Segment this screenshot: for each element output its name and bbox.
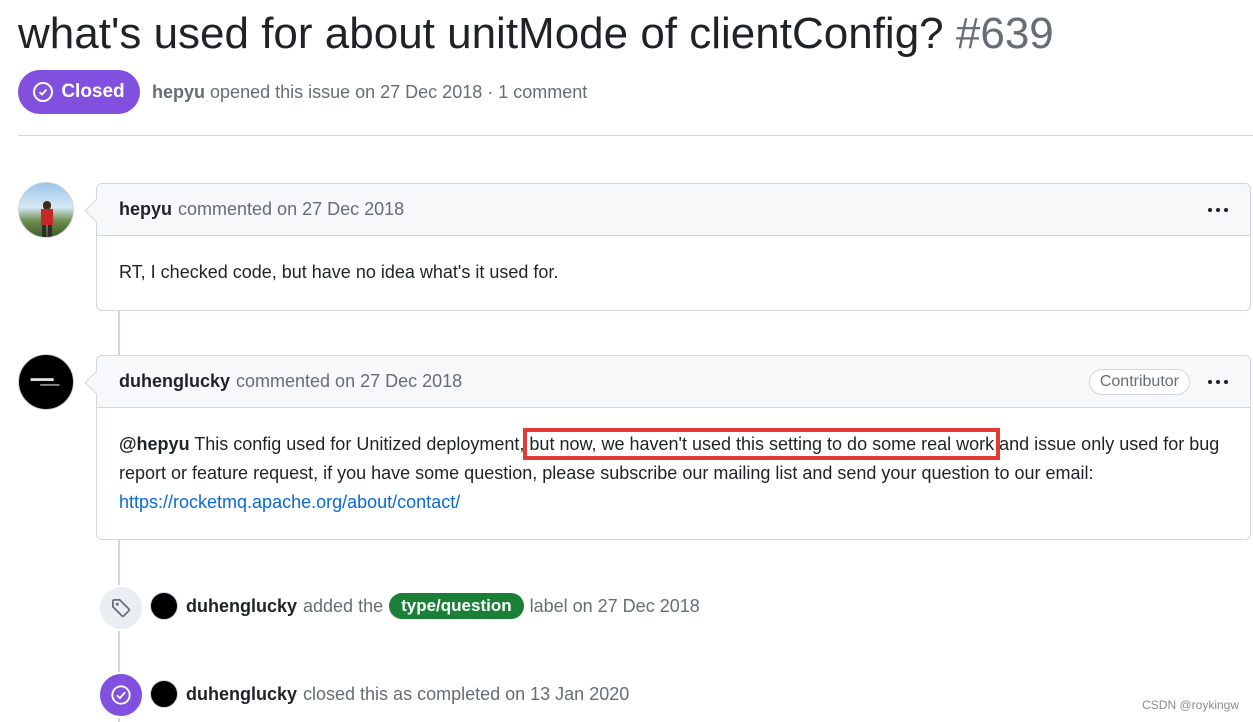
header-divider bbox=[18, 135, 1253, 136]
timeline-line bbox=[118, 310, 120, 355]
comment-duhenglucky: duhenglucky commented on 27 Dec 2018 Con… bbox=[84, 355, 1251, 540]
comment-timestamp[interactable]: commented on 27 Dec 2018 bbox=[178, 199, 404, 220]
comment-body: RT, I checked code, but have no idea wha… bbox=[97, 236, 1250, 309]
issue-state-badge: Closed bbox=[18, 70, 140, 114]
comment-author-link[interactable]: hepyu bbox=[119, 199, 172, 220]
issue-closed-badge bbox=[98, 672, 144, 718]
avatar-hepyu[interactable] bbox=[18, 182, 74, 238]
mini-avatar[interactable] bbox=[150, 680, 178, 708]
issue-closed-icon bbox=[111, 685, 131, 705]
contributor-badge: Contributor bbox=[1088, 368, 1190, 395]
tag-icon-badge bbox=[98, 585, 144, 631]
issue-number: #639 bbox=[955, 9, 1054, 58]
issue-author-link[interactable]: hepyu bbox=[152, 82, 205, 102]
label-pill[interactable]: type/question bbox=[389, 593, 524, 619]
label-event: duhenglucky added the type/question labe… bbox=[150, 592, 700, 620]
issue-title: what's used for about unitMode of client… bbox=[18, 8, 1054, 60]
contact-link[interactable]: https://rocketmq.apache.org/about/contac… bbox=[119, 492, 460, 512]
event-text-before: added the bbox=[303, 595, 384, 616]
issue-title-text: what's used for about unitMode of client… bbox=[18, 9, 944, 58]
issue-state-label: Closed bbox=[61, 81, 125, 102]
comment-caret bbox=[84, 370, 109, 395]
comment-text: RT, I checked code, but have no idea wha… bbox=[119, 262, 559, 282]
event-text-after: label on 27 Dec 2018 bbox=[529, 595, 700, 616]
comment-timestamp[interactable]: commented on 27 Dec 2018 bbox=[236, 371, 462, 392]
avatar-logo-icon bbox=[30, 378, 60, 386]
comment-header: hepyu commented on 27 Dec 2018 bbox=[84, 184, 1250, 236]
mini-avatar[interactable] bbox=[150, 592, 178, 620]
kebab-menu-icon[interactable] bbox=[1208, 379, 1228, 384]
watermark: CSDN @roykingw bbox=[1142, 698, 1239, 712]
avatar-duhenglucky[interactable] bbox=[18, 354, 74, 410]
event-actor-link[interactable]: duhenglucky bbox=[186, 684, 297, 705]
comment-body: @hepyu This config used for Unitized dep… bbox=[97, 408, 1250, 539]
comment-text-part1: This config used for Unitized deployment… bbox=[189, 434, 530, 454]
highlighted-text: but now, we haven't used this setting to… bbox=[523, 428, 1001, 460]
avatar-photo-icon bbox=[41, 201, 53, 237]
comment-hepyu: hepyu commented on 27 Dec 2018 RT, I che… bbox=[84, 183, 1251, 311]
comment-caret bbox=[84, 198, 109, 223]
event-actor-link[interactable]: duhenglucky bbox=[186, 596, 297, 617]
issue-opened-text: opened this issue on 27 Dec 2018 · 1 com… bbox=[210, 82, 588, 102]
tag-icon bbox=[112, 599, 131, 618]
event-text: closed this as completed on 13 Jan 2020 bbox=[303, 683, 630, 704]
mention-link[interactable]: @hepyu bbox=[119, 434, 190, 454]
check-circle-icon bbox=[33, 82, 54, 102]
kebab-menu-icon[interactable] bbox=[1208, 207, 1228, 212]
comment-header: duhenglucky commented on 27 Dec 2018 Con… bbox=[84, 356, 1250, 408]
comment-author-link[interactable]: duhenglucky bbox=[119, 371, 230, 392]
issue-meta: hepyu opened this issue on 27 Dec 2018 ·… bbox=[152, 82, 587, 103]
closed-event: duhenglucky closed this as completed on … bbox=[150, 680, 629, 708]
